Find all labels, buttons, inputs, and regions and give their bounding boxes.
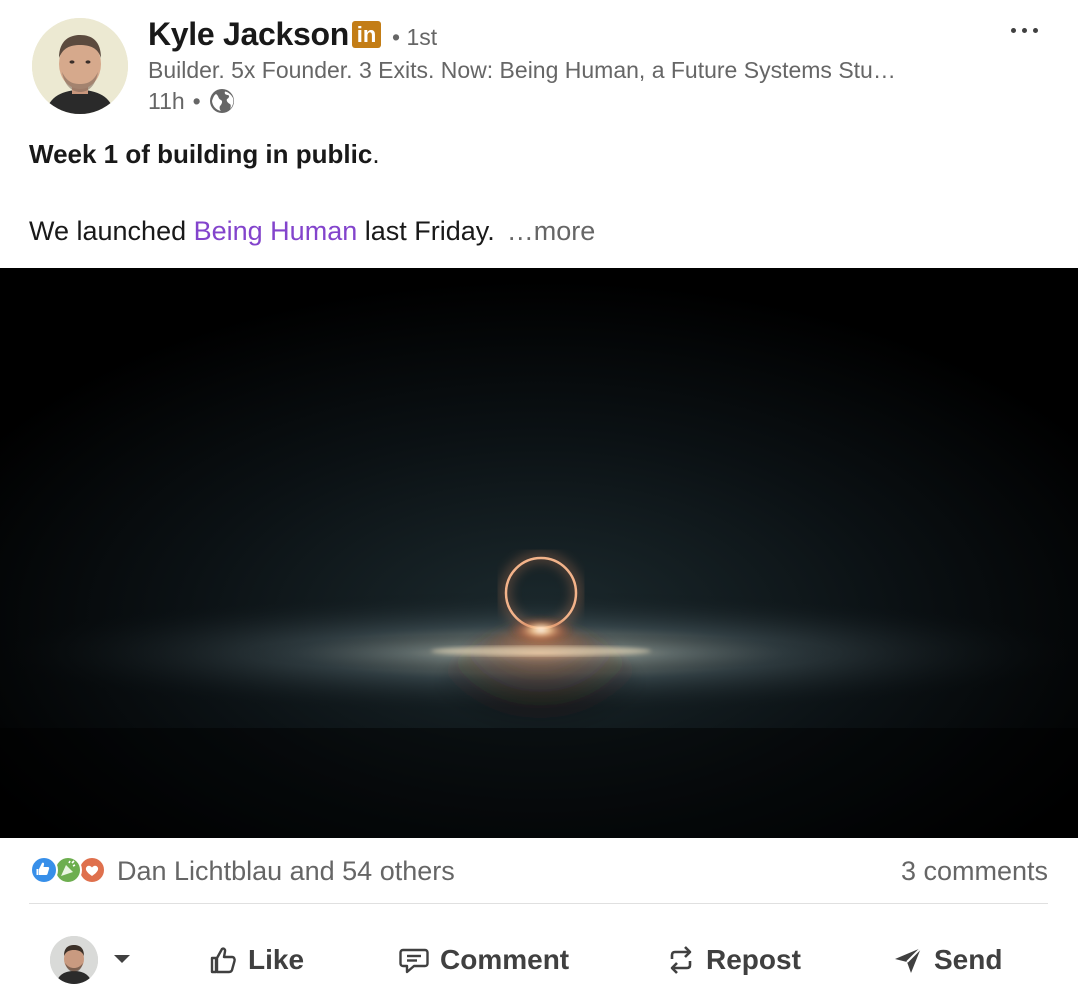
- send-button[interactable]: Send: [892, 940, 1002, 980]
- linkedin-premium-icon: in: [352, 21, 381, 48]
- post-as-avatar[interactable]: [50, 936, 98, 984]
- author-headline: Builder. 5x Founder. 3 Exits. Now: Being…: [148, 57, 896, 83]
- see-more-button[interactable]: …more: [507, 216, 596, 246]
- repost-label: Repost: [706, 944, 801, 975]
- separator-dot: •: [192, 87, 201, 114]
- comment-button[interactable]: Comment: [398, 940, 569, 980]
- author-avatar[interactable]: [32, 18, 128, 114]
- being-human-link[interactable]: Being Human: [194, 216, 358, 246]
- love-reaction-icon: [78, 856, 106, 884]
- like-reaction-icon: [30, 856, 58, 884]
- comments-count[interactable]: 3 comments: [901, 856, 1048, 887]
- post-body-prefix: We launched: [29, 216, 194, 246]
- post-body-suffix: last Friday.: [357, 216, 495, 246]
- chevron-down-icon[interactable]: [112, 952, 132, 966]
- reaction-icons[interactable]: [30, 856, 110, 886]
- comment-label: Comment: [440, 944, 570, 975]
- comment-icon: [399, 948, 429, 974]
- post-time: 11h: [148, 87, 185, 114]
- post-title-bold: Week 1 of building in public: [29, 139, 373, 169]
- like-button[interactable]: Like: [208, 940, 304, 980]
- send-label: Send: [934, 944, 1003, 975]
- reactions-count[interactable]: Dan Lichtblau and 54 others: [117, 856, 455, 887]
- more-options-icon[interactable]: [1004, 20, 1044, 40]
- post-image[interactable]: [0, 268, 1078, 838]
- globe-icon: [209, 88, 235, 114]
- connection-degree: • 1st: [392, 24, 438, 50]
- thumbs-up-icon: [210, 947, 236, 974]
- post-title-end: .: [372, 139, 380, 169]
- author-name[interactable]: Kyle Jackson: [148, 16, 349, 53]
- divider: [29, 903, 1048, 904]
- post-body: We launched Being Human last Friday. …mor…: [29, 216, 595, 247]
- repost-icon: [670, 946, 692, 974]
- feed-post: Kyle Jackson in • 1st Builder. 5x Founde…: [0, 0, 1078, 1004]
- send-icon: [895, 947, 922, 973]
- post-title: Week 1 of building in public.: [29, 139, 380, 170]
- celebrate-reaction-icon: [54, 856, 82, 884]
- post-meta: 11h •: [148, 87, 235, 115]
- like-label: Like: [248, 944, 305, 975]
- repost-button[interactable]: Repost: [666, 940, 801, 980]
